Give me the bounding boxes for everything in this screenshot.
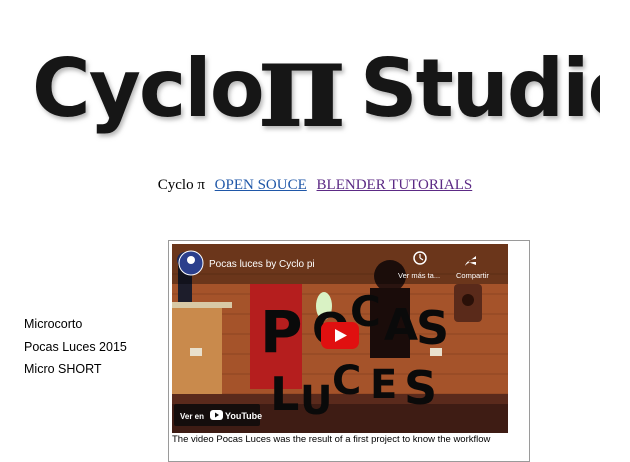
video-embed[interactable]: P O C A S L U C E S Pocas luces by Cyclo… — [172, 244, 508, 433]
logo-right-text: Studio — [360, 42, 600, 135]
nav-link-blender-tutorials[interactable]: BLENDER TUTORIALS — [317, 177, 473, 193]
poster-letter-e: E — [370, 362, 397, 408]
sidebar-item-pocas-luces: Pocas Luces 2015 — [24, 339, 127, 354]
poster-letter-p: P — [260, 298, 303, 366]
poster-letter-l: L — [270, 367, 299, 421]
sidebar-item-micro-short: Micro SHORT — [24, 362, 102, 376]
svg-text:Compartir: Compartir — [456, 271, 489, 280]
play-button[interactable] — [321, 322, 359, 349]
poster-letter-a: A — [384, 300, 418, 351]
svg-text:YouTube: YouTube — [225, 411, 262, 421]
site-logo: Cyclo π Studio — [32, 28, 600, 148]
logo-pi-symbol: π — [258, 28, 346, 148]
poster-letter-s: S — [416, 301, 449, 355]
nav-brand: Cyclo π — [157, 177, 205, 193]
video-caption: The video Pocas Luces was the result of … — [172, 434, 491, 445]
svg-text:Ver más ta...: Ver más ta... — [398, 271, 440, 280]
logo-left-text: Cyclo — [32, 42, 263, 135]
watch-on-youtube-button[interactable]: Ver en YouTube — [174, 404, 262, 426]
sidebar: Microcorto Pocas Luces 2015 Micro SHORT — [24, 313, 127, 381]
poster-letter-u: U — [300, 378, 332, 424]
nav-link-open-source[interactable]: OPEN SOUCE — [215, 177, 307, 193]
sidebar-item-microcorto: Microcorto — [24, 317, 83, 331]
svg-text:Ver en: Ver en — [180, 412, 204, 421]
top-nav: Cyclo π OPEN SOUCE BLENDER TUTORIALS — [0, 177, 630, 194]
video-title[interactable]: Pocas luces by Cyclo pi — [209, 259, 315, 270]
poster-letter-c2: C — [332, 358, 361, 404]
poster-letter-s2: S — [404, 361, 437, 415]
